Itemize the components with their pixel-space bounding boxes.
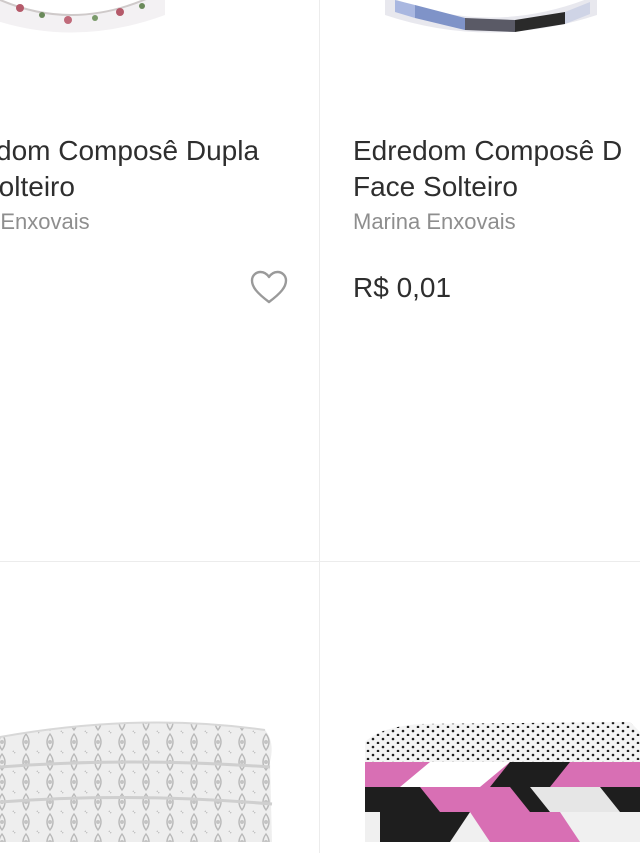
product-card[interactable]: dom Composê Dupla Solteiro a Enxovais 01 bbox=[0, 0, 319, 561]
product-title-line-1: dom Composê Dupla bbox=[0, 135, 260, 166]
pink-black-geometric-comforter-image[interactable] bbox=[360, 712, 640, 852]
floral-comforter-image[interactable] bbox=[0, 0, 170, 35]
product-title-line-2: Solteiro bbox=[0, 171, 75, 202]
product-card[interactable] bbox=[320, 562, 640, 853]
product-title-line-2: Face Solteiro bbox=[353, 171, 518, 202]
product-seller: Marina Enxovais bbox=[353, 209, 516, 234]
product-title[interactable]: Edredom Composê D Face Solteiro bbox=[353, 133, 640, 205]
damask-grey-comforter-image[interactable] bbox=[0, 712, 280, 852]
geometric-comforter-image[interactable] bbox=[375, 0, 605, 35]
product-price: R$ 0,01 bbox=[353, 272, 452, 303]
product-grid: dom Composê Dupla Solteiro a Enxovais 01… bbox=[0, 0, 640, 853]
product-seller: a Enxovais bbox=[0, 209, 90, 234]
heart-outline-icon[interactable] bbox=[249, 268, 289, 308]
product-card[interactable]: Edredom Composê D Face Solteiro Marina E… bbox=[320, 0, 640, 561]
product-card[interactable] bbox=[0, 562, 319, 853]
product-title[interactable]: dom Composê Dupla Solteiro bbox=[0, 133, 316, 205]
product-title-line-1: Edredom Composê D bbox=[353, 135, 623, 166]
